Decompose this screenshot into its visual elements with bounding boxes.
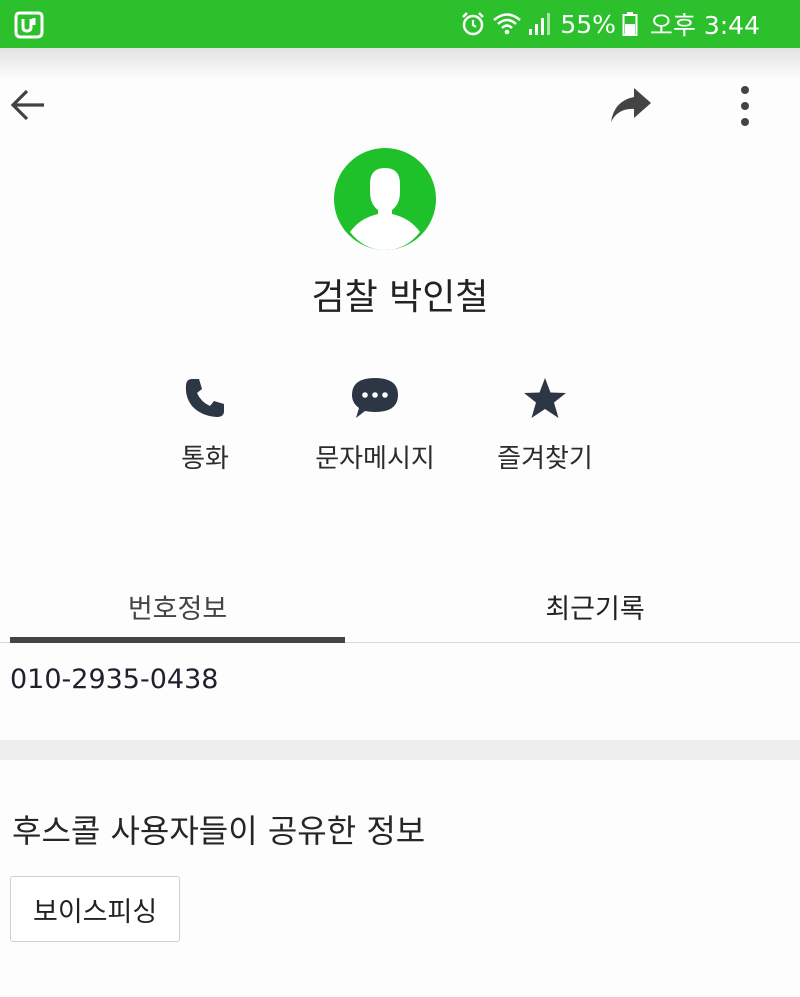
tab-bar: 번호정보 최근기록	[0, 570, 800, 643]
chat-bubble-icon	[352, 378, 398, 418]
back-button[interactable]	[8, 85, 48, 125]
phone-number[interactable]: 010-2935-0438	[10, 664, 218, 695]
tab-selected-indicator	[10, 637, 345, 643]
alarm-icon	[462, 12, 485, 36]
share-icon	[611, 88, 651, 122]
favorite-label: 즐겨찾기	[497, 444, 593, 474]
signal-icon	[529, 13, 551, 35]
tab-recent-history[interactable]: 최근기록	[400, 570, 790, 642]
status-time: 오후 3:44	[649, 11, 760, 40]
status-bar: 55% 오후 3:44	[0, 0, 800, 48]
message-action[interactable]: 문자메시지	[300, 372, 450, 476]
app-u-icon	[14, 11, 44, 39]
star-icon	[524, 378, 566, 418]
call-label: 통화	[181, 444, 229, 474]
battery-percent: 55%	[560, 9, 616, 39]
battery-icon	[622, 12, 638, 36]
tag-chip[interactable]: 보이스피싱	[10, 876, 181, 942]
phone-icon	[185, 379, 224, 417]
tab-recent-history-label: 최근기록	[545, 593, 645, 625]
share-button[interactable]	[608, 84, 654, 126]
tab-number-info-label: 번호정보	[127, 593, 228, 625]
appbar-background	[0, 48, 800, 80]
section-divider	[0, 740, 800, 760]
wifi-icon	[493, 13, 522, 35]
shared-info-title: 후스콜 사용자들이 공유한 정보	[12, 812, 426, 850]
contact-name: 검찰 박인철	[311, 277, 489, 318]
favorite-action[interactable]: 즐겨찾기	[470, 372, 620, 476]
avatar	[334, 148, 436, 250]
tab-number-info[interactable]: 번호정보	[10, 570, 345, 643]
back-arrow-icon	[10, 89, 44, 121]
call-action[interactable]: 통화	[130, 372, 280, 476]
message-label: 문자메시지	[315, 444, 435, 474]
more-vertical-icon	[741, 86, 749, 126]
more-options-button[interactable]	[726, 84, 764, 128]
